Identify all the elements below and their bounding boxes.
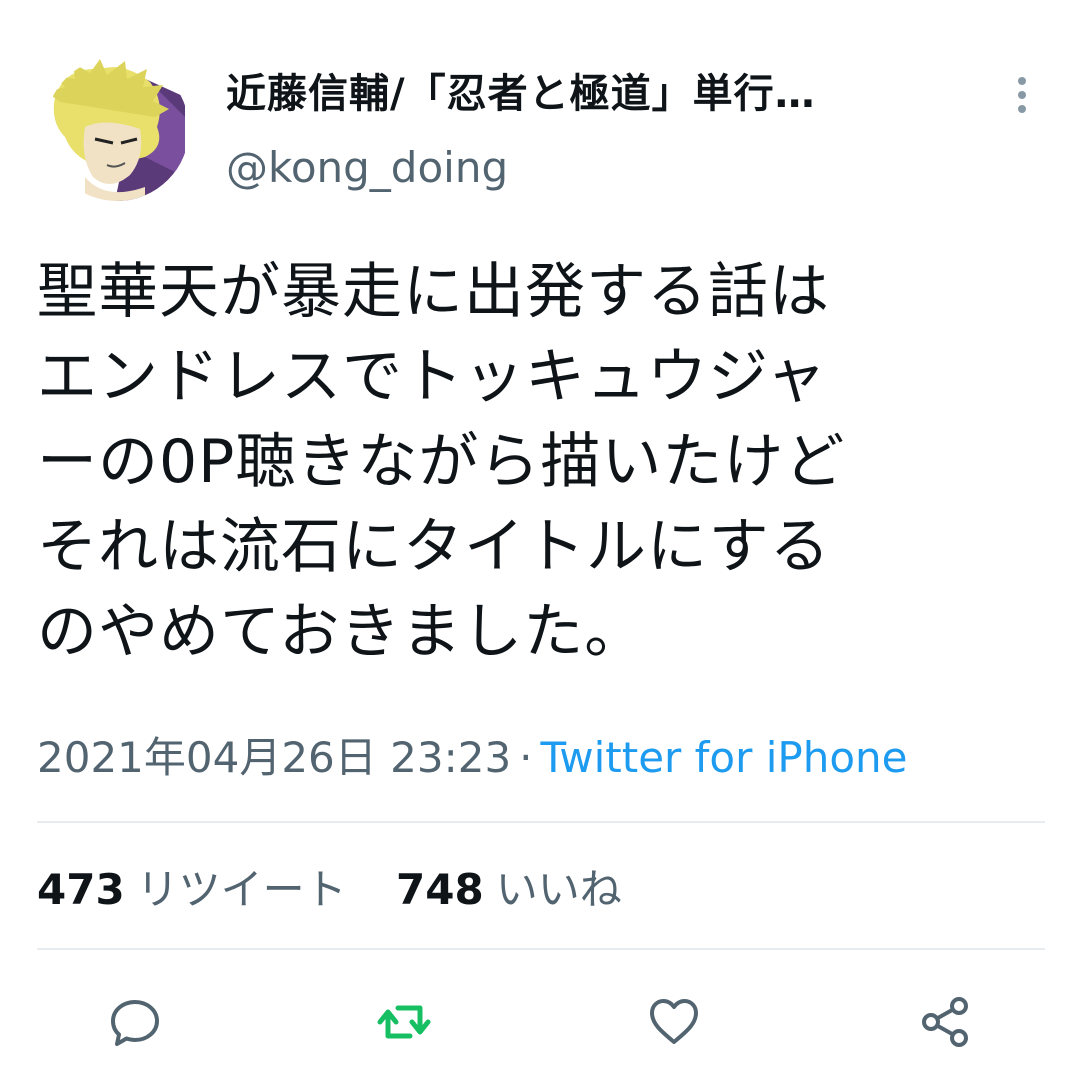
- likes-label: いいね: [495, 865, 622, 914]
- share-icon: [922, 997, 968, 1047]
- retweet-icon: [377, 1005, 431, 1039]
- previous-content-fragment: [214, 0, 254, 6]
- divider: [37, 948, 1045, 950]
- tweet-text: 聖華天が暴走に出発する話は エンドレスでトッキュウジャ ーの0P聴きながら描いた…: [37, 257, 846, 667]
- avatar[interactable]: [45, 57, 189, 201]
- more-options-button[interactable]: [1002, 72, 1042, 118]
- action-bar: [0, 990, 1080, 1054]
- divider: [37, 821, 1045, 823]
- meta-separator: ·: [519, 733, 533, 782]
- more-vertical-icon: [1018, 77, 1026, 113]
- retweets-count: 473: [37, 865, 125, 914]
- timestamp[interactable]: 2021年04月26日 23:23: [37, 733, 511, 782]
- user-handle[interactable]: @kong_doing: [226, 140, 826, 196]
- retweet-button[interactable]: [372, 990, 436, 1054]
- tweet-meta: 2021年04月26日 23:23 · Twitter for iPhone: [37, 728, 908, 788]
- source-link[interactable]: Twitter for iPhone: [541, 733, 908, 782]
- display-name[interactable]: 近藤信輔/「忍者と極道」単行…: [226, 66, 946, 122]
- heart-icon: [650, 999, 698, 1044]
- reply-icon: [111, 1000, 159, 1046]
- likes-count: 748: [396, 865, 484, 914]
- share-button[interactable]: [913, 990, 977, 1054]
- retweets-stat[interactable]: 473 リツイート: [37, 860, 347, 920]
- like-button[interactable]: [642, 990, 706, 1054]
- engagement-stats: 473 リツイート 748 いいね: [37, 860, 658, 920]
- retweets-label: リツイート: [136, 865, 347, 914]
- likes-stat[interactable]: 748 いいね: [396, 860, 622, 920]
- avatar-image: [45, 57, 189, 201]
- reply-button[interactable]: [103, 990, 167, 1054]
